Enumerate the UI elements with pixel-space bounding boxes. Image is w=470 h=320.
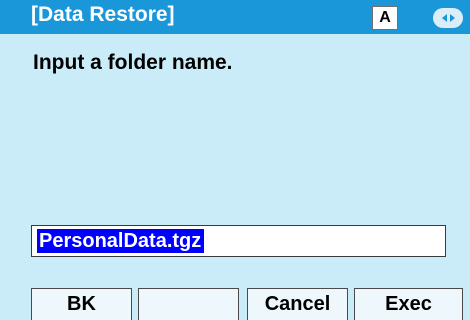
phone-screen: [Data Restore] A Input a folder name. Pe…	[0, 0, 470, 320]
empty-softkey[interactable]	[138, 288, 239, 320]
prompt-text: Input a folder name.	[33, 51, 233, 74]
cancel-softkey[interactable]: Cancel	[247, 288, 348, 320]
folder-name-input[interactable]: PersonalData.tgz	[31, 225, 446, 257]
screen-title: [Data Restore]	[31, 3, 175, 26]
arrow-right-icon	[450, 14, 455, 22]
bk-softkey[interactable]: BK	[31, 288, 132, 320]
input-mode-indicator: A	[372, 6, 398, 30]
folder-name-value: PersonalData.tgz	[37, 229, 205, 253]
exec-softkey[interactable]: Exec	[354, 288, 463, 320]
title-bar: [Data Restore] A	[0, 0, 470, 34]
arrow-left-icon	[442, 14, 447, 22]
left-right-arrows-icon[interactable]	[433, 8, 463, 28]
